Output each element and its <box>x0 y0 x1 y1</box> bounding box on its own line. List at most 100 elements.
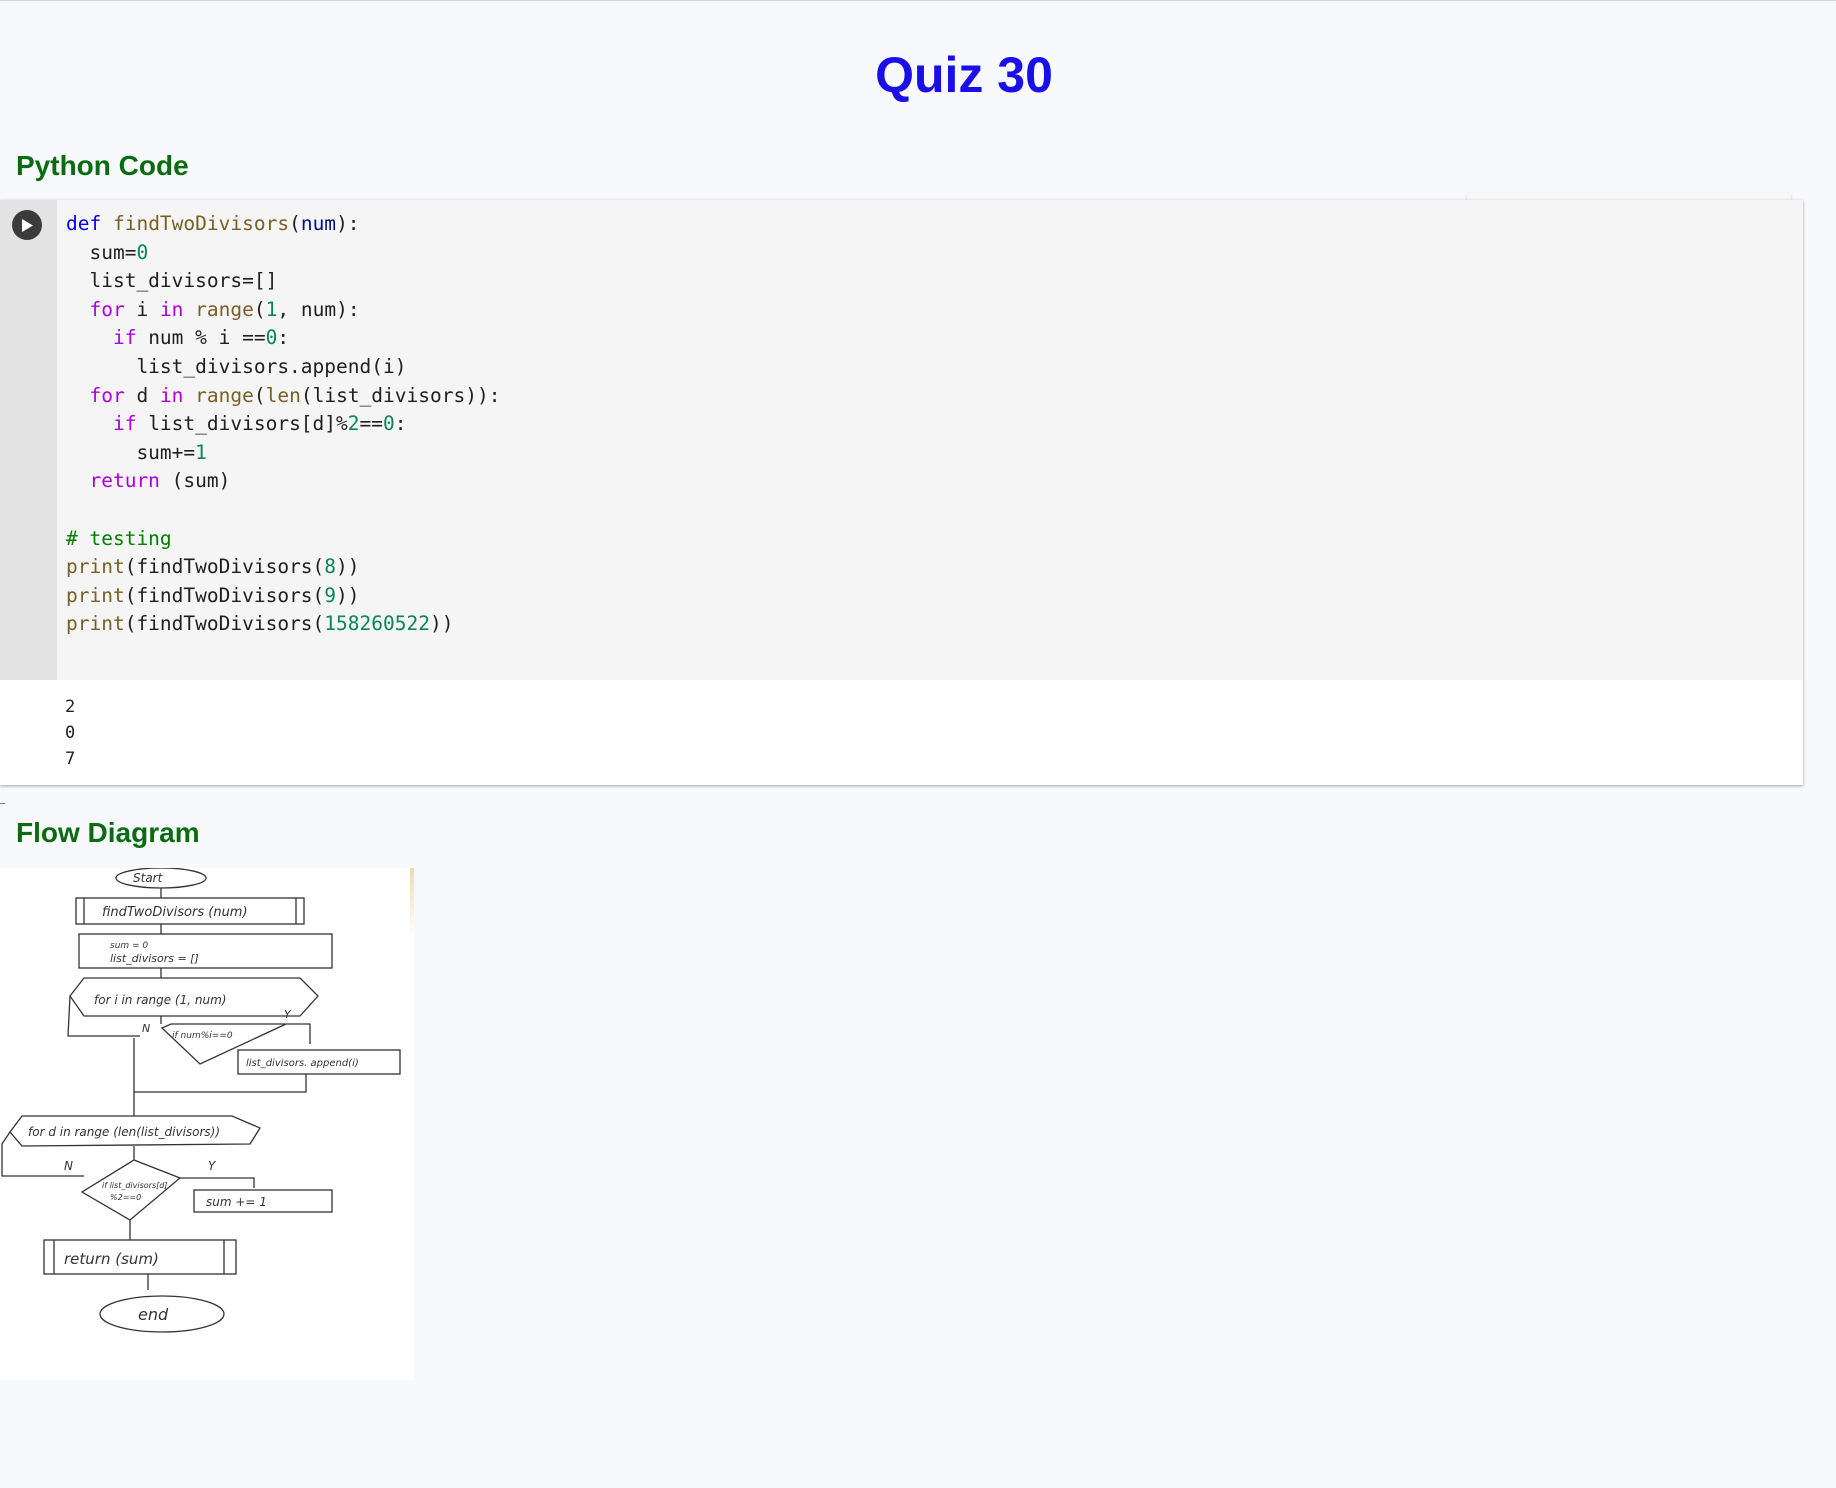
code-token: 2 <box>347 412 360 436</box>
code-token: num % i == <box>148 326 266 350</box>
code-token: , num): <box>277 297 360 321</box>
code-token: list_divisors.append(i) <box>66 354 407 378</box>
code-token: 0 <box>136 240 149 264</box>
code-token: in <box>159 297 196 321</box>
code-token: range <box>195 383 254 407</box>
cond1-label: if num%i==0 <box>172 1031 233 1041</box>
divider-mark <box>0 803 5 804</box>
code-token: list_divisors=[] <box>66 269 278 293</box>
code-token: sum= <box>66 240 137 264</box>
code-token: i <box>136 297 160 321</box>
code-token: : <box>277 326 290 350</box>
sum-label: sum += 1 <box>206 1195 267 1209</box>
cond2-diamond <box>80 1159 182 1221</box>
cond2-label-b: %2==0 <box>110 1193 141 1202</box>
code-line: list_divisors=[] <box>66 267 500 296</box>
loop1-label: for i in range (1, num) <box>94 993 226 1007</box>
code-token: def <box>66 212 113 235</box>
code-section-heading: Python Code <box>16 150 189 181</box>
code-token: == <box>359 412 384 436</box>
function-label: findTwoDivisors (num) <box>102 905 248 920</box>
code-token: # testing <box>66 526 172 550</box>
append-label: list_divisors. append(i) <box>246 1058 359 1069</box>
code-token: list_divisors[d]% <box>148 412 348 436</box>
code-token: 158260522 <box>324 612 430 636</box>
code-token: : <box>394 412 407 436</box>
code-token: if <box>66 326 149 350</box>
code-token: if <box>66 412 149 436</box>
code-token: (findTwoDivisors( <box>124 612 325 636</box>
return-label: return (sum) <box>64 1250 159 1268</box>
output-line: 2 <box>65 697 76 717</box>
init2-label: list_divisors = [] <box>110 952 199 965</box>
code-token: )) <box>336 555 360 579</box>
run-cell-button[interactable] <box>12 210 42 240</box>
page-title: Quiz 30 <box>875 47 1053 103</box>
code-token: sum+= <box>66 440 196 464</box>
init1-label: sum = 0 <box>110 941 148 951</box>
output-line: 0 <box>65 723 76 743</box>
cond1-no-label: N <box>142 1022 150 1035</box>
code-line: print(findTwoDivisors(9)) <box>66 582 500 611</box>
code-text: def findTwoDivisors(num): sum=0 list_div… <box>66 210 500 639</box>
top-divider <box>0 0 1836 1</box>
cond2-label-a: if list_divisors[d] <box>102 1181 167 1190</box>
code-token: ): <box>336 212 360 235</box>
code-token: (findTwoDivisors( <box>124 555 325 579</box>
code-token: 1 <box>195 440 207 464</box>
code-line: sum+=1 <box>66 439 500 468</box>
code-line: return (sum) <box>66 467 500 496</box>
code-editor[interactable]: def findTwoDivisors(num): sum=0 list_div… <box>57 200 1803 680</box>
code-token: (findTwoDivisors( <box>124 583 325 607</box>
code-line: print(findTwoDivisors(8)) <box>66 553 500 582</box>
code-token: len <box>265 383 301 407</box>
code-cell: def findTwoDivisors(num): sum=0 list_div… <box>0 200 1803 785</box>
code-token: for <box>66 297 137 321</box>
start-label: Start <box>133 871 164 885</box>
code-token: ( <box>289 212 301 235</box>
code-line: sum=0 <box>66 239 500 268</box>
code-line: for i in range(1, num): <box>66 296 500 325</box>
code-line: # testing <box>66 525 500 554</box>
code-token: for <box>66 383 137 407</box>
code-token: print <box>66 612 125 636</box>
code-line: if list_divisors[d]%2==0: <box>66 410 500 439</box>
code-token: (sum) <box>171 469 231 493</box>
output-line: 7 <box>65 749 76 769</box>
code-token: 0 <box>383 412 395 436</box>
code-token: num <box>300 212 337 235</box>
code-token: d <box>136 383 160 407</box>
code-token: ( <box>253 297 266 321</box>
code-line: for d in range(len(list_divisors)): <box>66 382 500 411</box>
code-token: in <box>159 383 196 407</box>
cond1-yes-label: Y <box>284 1008 292 1021</box>
diagram-section-heading: Flow Diagram <box>16 817 200 848</box>
cell-output: 2 0 7 <box>65 694 75 772</box>
flow-diagram-image: Start findTwoDivisors (num) sum = 0 list… <box>0 868 414 1380</box>
code-token: print <box>66 555 125 579</box>
play-icon <box>22 219 33 232</box>
code-line: list_divisors.append(i) <box>66 353 500 382</box>
cond2-no-label: N <box>64 1159 73 1173</box>
cond2-yes-label: Y <box>208 1159 217 1173</box>
code-token: )) <box>429 612 454 636</box>
code-token: 1 <box>265 297 278 321</box>
code-token: findTwoDivisors <box>112 212 290 235</box>
cell-gutter <box>0 200 57 680</box>
code-token: )) <box>336 583 360 607</box>
code-token: return <box>66 469 172 493</box>
code-line: print(findTwoDivisors(158260522)) <box>66 610 500 639</box>
code-line: if num % i ==0: <box>66 324 500 353</box>
code-token: (list_divisors)): <box>300 383 501 407</box>
code-token: print <box>66 583 125 607</box>
flowchart: Start findTwoDivisors (num) sum = 0 list… <box>1 868 401 1333</box>
code-token: ( <box>253 383 266 407</box>
code-token: 0 <box>265 326 278 350</box>
code-line: def findTwoDivisors(num): <box>66 210 500 239</box>
code-token: range <box>195 297 254 321</box>
code-token: 9 <box>324 583 337 607</box>
code-token: 8 <box>324 555 337 579</box>
end-label: end <box>138 1305 169 1324</box>
loop2-label: for d in range (len(list_divisors)) <box>28 1125 220 1139</box>
